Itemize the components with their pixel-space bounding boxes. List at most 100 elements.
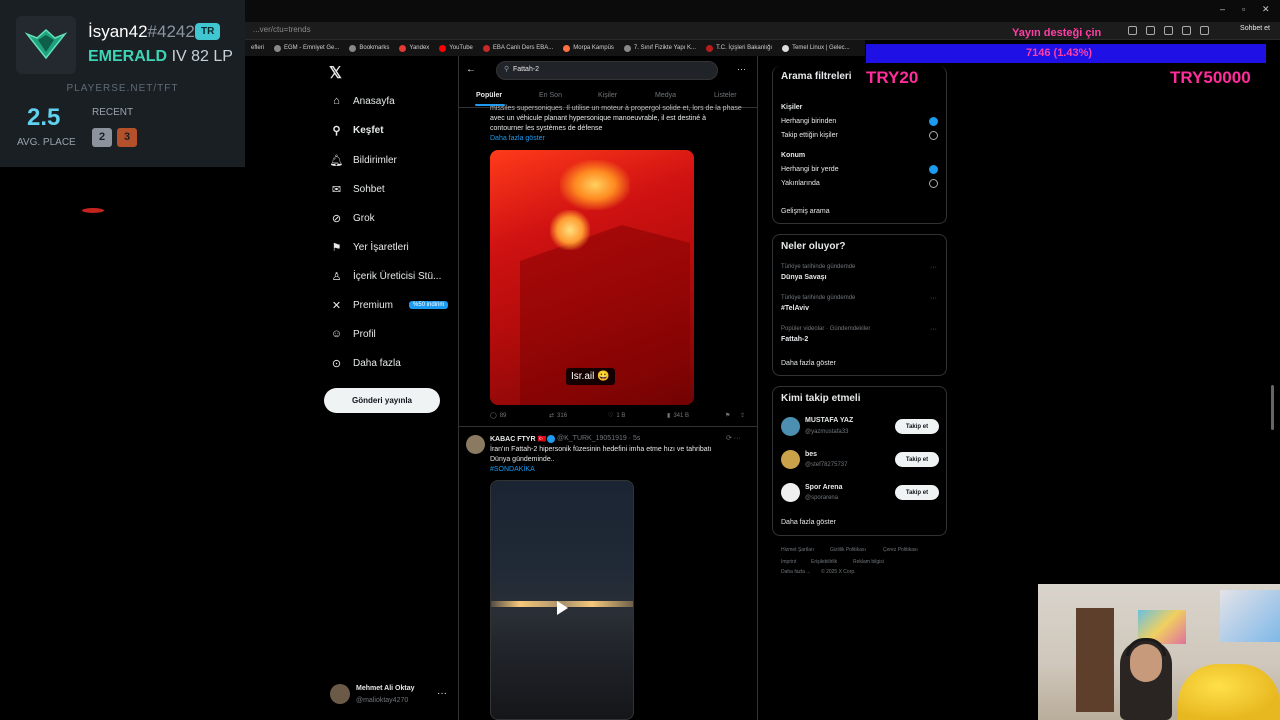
bookmark-item[interactable]: Bookmarks	[349, 44, 389, 52]
show-more-link[interactable]: Daha fazla göster	[490, 134, 748, 144]
radio-selected[interactable]	[929, 117, 938, 126]
footer-link[interactable]: Çerez Politikası	[883, 547, 918, 553]
creator-icon: ♙	[331, 270, 342, 283]
filter-option[interactable]: Herhangi birinden	[781, 118, 836, 125]
account-name[interactable]: Mehmet Ali Oktay	[356, 685, 414, 692]
filter-option[interactable]: Herhangi bir yerde	[781, 166, 839, 173]
bookshelf	[1076, 608, 1114, 712]
extension-icon[interactable]	[1128, 26, 1137, 35]
tab-latest[interactable]: En Son	[539, 92, 562, 99]
settings-icon[interactable]	[1200, 26, 1209, 35]
hashtag-link[interactable]: #SONDAKİKA	[490, 465, 748, 475]
more-options-icon[interactable]: ···	[930, 264, 937, 271]
more-options-icon[interactable]: ···	[930, 326, 937, 333]
avatar[interactable]	[330, 684, 350, 704]
footer-link[interactable]: Hizmet Şartları	[781, 547, 814, 553]
follow-button[interactable]: Takip et	[895, 485, 939, 500]
nav-creator-studio[interactable]: ♙ İçerik Üreticisi Stü...	[330, 266, 442, 286]
more-options-icon[interactable]: ···	[737, 64, 746, 74]
footer-link[interactable]: Reklam bilgisi	[853, 559, 884, 565]
region-badge: TR	[195, 23, 221, 40]
x-logo-icon[interactable]: 𝕏	[329, 63, 342, 83]
nav-grok[interactable]: ⊘ Grok	[330, 208, 375, 228]
tab-people[interactable]: Kişiler	[598, 92, 617, 99]
share-icon[interactable]: ⇪	[740, 412, 745, 419]
like-button[interactable]: ♡ 1 B	[608, 412, 625, 420]
tab-top[interactable]: Popüler	[476, 92, 502, 99]
tweet-author[interactable]: KABAC FTYR 🇹🇷	[490, 435, 546, 443]
follow-button[interactable]: Takip et	[895, 419, 939, 434]
goal-start-label: TRY20	[866, 68, 919, 87]
tab-media[interactable]: Medya	[655, 92, 676, 99]
user-name[interactable]: bes	[805, 451, 817, 458]
avatar[interactable]	[466, 435, 485, 454]
grok-icon: ⊘	[331, 212, 342, 225]
nav-home[interactable]: ⌂ Anasayfa	[330, 91, 395, 111]
address-bar[interactable]: ...ver/ctu=trends	[245, 22, 1280, 40]
nav-premium[interactable]: ✕ Premium %50 indirim	[330, 295, 449, 315]
back-arrow-icon[interactable]: ←	[466, 64, 476, 75]
collections-icon[interactable]	[1164, 26, 1173, 35]
play-icon[interactable]	[557, 601, 568, 615]
views-button[interactable]: ▮ 341 B	[667, 412, 689, 420]
bookmark-item[interactable]: 7. Sınıf Fizikte Yapı K...	[623, 44, 696, 52]
trend-name[interactable]: #TelAviv	[781, 305, 809, 312]
footer-link[interactable]: Imprint	[781, 559, 796, 565]
radio-button[interactable]	[929, 131, 938, 140]
minimize-icon[interactable]: –	[1220, 4, 1225, 14]
avatar[interactable]	[781, 483, 800, 502]
follow-button[interactable]: Takip et	[895, 452, 939, 467]
bookmark-item[interactable]: EGM - Emniyet Ge...	[274, 44, 339, 52]
nav-notifications[interactable]: 🔔︎ Bildirimler	[330, 150, 397, 170]
copilot-chat-button[interactable]: Sohbet et	[1240, 25, 1270, 32]
nav-explore[interactable]: ⚲ Keşfet	[330, 120, 383, 140]
radio-selected[interactable]	[929, 165, 938, 174]
nav-profile[interactable]: ☺ Profil	[330, 324, 376, 344]
search-query[interactable]: Fattah-2	[513, 66, 539, 73]
user-name[interactable]: MUSTAFA YAZ	[805, 417, 853, 424]
bookmark-item[interactable]: YouTube	[439, 44, 473, 52]
maximize-icon[interactable]: ▫	[1242, 4, 1245, 14]
more-options-icon[interactable]: ⟳ ···	[726, 434, 741, 442]
footer-link[interactable]: Daha fazla ...	[781, 569, 810, 575]
filter-option[interactable]: Takip ettiğin kişiler	[781, 132, 838, 139]
close-icon[interactable]: ✕	[1262, 4, 1270, 15]
trend-name[interactable]: Fattah-2	[781, 336, 808, 343]
favorites-icon[interactable]	[1146, 26, 1155, 35]
bookmark-item[interactable]: Yandex	[399, 44, 429, 52]
tweet-video[interactable]: Isr.ail 😀	[490, 150, 694, 405]
nav-more[interactable]: ⊙ Daha fazla	[330, 353, 401, 373]
tweet-handle: @K_TURK_19051919 · 5s	[557, 435, 641, 442]
nav-bookmarks[interactable]: ⚑ Yer İşaretleri	[330, 237, 409, 257]
bookmark-item[interactable]: T.C. İçişleri Bakanlığı	[706, 44, 772, 52]
nav-messages[interactable]: ✉ Sohbet	[330, 179, 385, 199]
reply-button[interactable]: ◯ 89	[490, 412, 506, 420]
post-button[interactable]: Gönderi yayınla	[324, 388, 440, 413]
bookmark-item[interactable]: Temel Linux | Gelec...	[782, 44, 850, 52]
tab-lists[interactable]: Listeler	[714, 92, 737, 99]
footer-link[interactable]: Gizlilik Politikası	[830, 547, 866, 553]
more-options-icon[interactable]: ···	[930, 295, 937, 302]
downloads-icon[interactable]	[1182, 26, 1191, 35]
tweet-video[interactable]	[490, 480, 634, 720]
scrollbar[interactable]	[1271, 385, 1274, 430]
repost-button[interactable]: ⇄ 316	[549, 412, 567, 420]
footer-link[interactable]: Erişilebilirlik	[811, 559, 837, 565]
who-to-follow-show-more[interactable]: Daha fazla göster	[781, 519, 836, 526]
trends-show-more[interactable]: Daha fazla göster	[781, 360, 836, 367]
bookmark-icon[interactable]: ⚑	[725, 412, 730, 419]
more-options-icon[interactable]: ···	[437, 688, 447, 699]
trend-context: Popüler videolar · Gündemdekiler	[781, 326, 871, 332]
avatar[interactable]	[781, 450, 800, 469]
avatar[interactable]	[781, 417, 800, 436]
advanced-search-link[interactable]: Gelişmiş arama	[781, 208, 830, 215]
radio-button[interactable]	[929, 179, 938, 188]
bookmark-item[interactable]: Morpa Kampüs	[563, 44, 614, 52]
user-name[interactable]: Spor Arena	[805, 484, 842, 491]
bookmark-item[interactable]: EBA Canlı Ders EBA...	[482, 44, 553, 52]
trend-name[interactable]: Dünya Savaşı	[781, 274, 827, 281]
user-handle: @stef78275737	[805, 462, 848, 468]
filter-option[interactable]: Yakınlarında	[781, 180, 820, 187]
bookmark-item[interactable]: efleri	[251, 45, 264, 51]
premium-discount-badge: %50 indirim	[409, 301, 449, 309]
